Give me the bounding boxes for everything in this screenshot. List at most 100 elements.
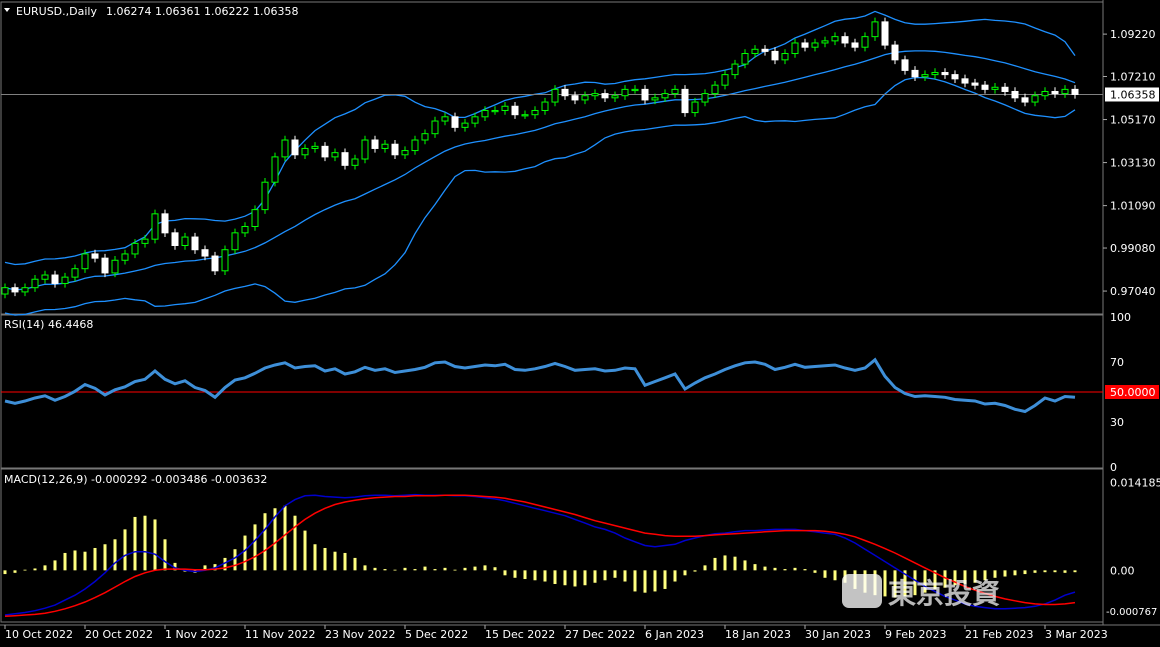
candle[interactable] [151,209,159,244]
candle[interactable] [621,85,629,100]
candle[interactable] [291,135,299,159]
candle[interactable] [411,135,419,155]
candle[interactable] [321,142,329,162]
candle[interactable] [961,74,969,88]
candle[interactable] [881,17,889,50]
candle[interactable] [221,245,229,276]
candle[interactable] [491,106,499,115]
candle[interactable] [851,38,859,52]
candle[interactable] [461,118,469,132]
candle[interactable] [801,38,809,52]
candle[interactable] [231,228,239,254]
candle[interactable] [241,222,249,238]
dropdown-triangle-icon[interactable] [4,8,10,12]
candle[interactable] [1041,87,1049,100]
candle[interactable] [1001,83,1009,96]
candle[interactable] [41,270,49,284]
candle[interactable] [581,91,589,105]
candle[interactable] [121,249,129,265]
candle[interactable] [31,275,39,292]
candle[interactable] [1031,91,1039,107]
candle[interactable] [641,85,649,105]
candle[interactable] [781,49,789,65]
price-panel[interactable] [1,10,1103,316]
candle[interactable] [721,70,729,90]
candle[interactable] [631,85,639,94]
candle[interactable] [921,70,929,81]
candle[interactable] [281,135,289,162]
candle[interactable] [841,32,849,48]
candle[interactable] [991,83,999,94]
candle[interactable] [901,55,909,75]
candle[interactable] [561,85,569,100]
candle[interactable] [431,116,439,138]
candle[interactable] [21,283,29,297]
candle[interactable] [351,154,359,170]
candle[interactable] [441,112,449,126]
candle[interactable] [771,47,779,65]
candle[interactable] [391,140,399,159]
candle[interactable] [791,38,799,58]
candle[interactable] [141,234,149,248]
candle[interactable] [731,59,739,79]
candle[interactable] [51,270,59,288]
candle[interactable] [191,232,199,254]
candle[interactable] [201,245,209,261]
candle[interactable] [401,146,409,159]
candle[interactable] [601,89,609,103]
candle[interactable] [261,177,269,214]
candle[interactable] [331,148,339,162]
candle[interactable] [971,78,979,90]
candle[interactable] [341,148,349,170]
candle[interactable] [1,283,9,299]
candle[interactable] [981,80,989,94]
candle[interactable] [711,80,719,98]
candle[interactable] [931,68,939,79]
candle[interactable] [171,228,179,250]
candle[interactable] [671,85,679,98]
candle[interactable] [131,239,139,259]
candle[interactable] [1071,85,1079,99]
candle[interactable] [271,152,279,187]
candle[interactable] [11,283,19,297]
candle[interactable] [611,91,619,103]
candle[interactable] [61,272,69,288]
candle[interactable] [311,142,319,153]
candle[interactable] [381,140,389,153]
candle[interactable] [681,85,689,117]
candle[interactable] [951,70,959,84]
candle[interactable] [251,205,259,231]
candle[interactable] [821,36,829,48]
candle[interactable] [421,129,429,145]
candle[interactable] [521,110,529,119]
candle[interactable] [301,144,309,159]
rsi-panel[interactable] [1,357,1103,414]
candle[interactable] [1011,87,1019,103]
candle[interactable] [501,102,509,115]
candle[interactable] [371,135,379,153]
candle[interactable] [161,209,169,238]
candle[interactable] [891,40,899,65]
candle[interactable] [871,17,879,41]
candle[interactable] [541,97,549,115]
candle[interactable] [211,251,219,276]
candle[interactable] [451,112,459,132]
candle[interactable] [71,264,79,282]
candle[interactable] [691,97,699,117]
candle[interactable] [831,32,839,46]
candle[interactable] [591,89,599,100]
candle[interactable] [571,91,579,105]
candle[interactable] [911,66,919,81]
candle[interactable] [361,135,369,164]
candle[interactable] [941,68,949,79]
candle[interactable] [181,232,189,250]
candle[interactable] [861,32,869,52]
candle[interactable] [811,38,819,52]
candle[interactable] [661,89,669,103]
candle[interactable] [701,89,709,107]
candle[interactable] [761,45,769,56]
candle[interactable] [1061,85,1069,98]
candle[interactable] [101,253,109,278]
candle[interactable] [531,106,539,119]
candle[interactable] [1021,93,1029,107]
